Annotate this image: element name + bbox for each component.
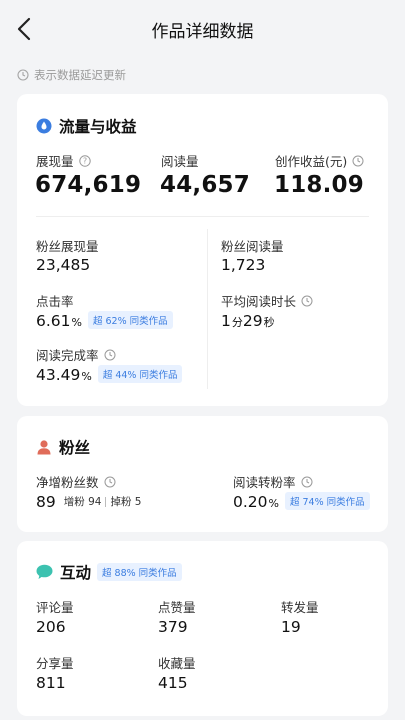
interaction-card: 互动 超 88% 同类作品 评论量 206 点赞量 379 转发量 19 分享量…: [17, 541, 388, 716]
clock-icon[interactable]: [301, 295, 313, 307]
chat-bubble-icon: [36, 564, 53, 580]
fans-header: 粉丝: [36, 436, 90, 458]
reposts-label: 转发量: [281, 600, 319, 615]
net-gain-label: 净增粉丝数: [36, 472, 116, 491]
likes-label: 点赞量: [158, 600, 196, 615]
svg-text:?: ?: [82, 156, 86, 165]
shield-drop-icon: [36, 118, 52, 134]
clock-icon[interactable]: [301, 476, 313, 488]
top-bar: 作品详细数据: [0, 0, 405, 58]
reads-label: 阅读量: [161, 154, 199, 169]
fan-reads-value: 1,723: [221, 256, 266, 274]
completion-badge: 超 44% 同类作品: [97, 365, 183, 383]
reads-value: 44,657: [160, 172, 250, 198]
clock-icon[interactable]: [104, 349, 116, 361]
fan-impressions-value: 23,485: [36, 256, 91, 274]
completion-value: 43.49% 超 44% 同类作品: [36, 365, 183, 385]
gain-loss-breakdown: 增粉 94 掉粉 5: [63, 495, 142, 509]
net-gain-value: 89 增粉 94 掉粉 5: [36, 493, 142, 511]
reposts-value: 19: [281, 618, 301, 636]
notice-text: 表示数据延迟更新: [34, 68, 126, 82]
shares-value: 811: [36, 674, 66, 692]
shares-label: 分享量: [36, 656, 74, 671]
help-icon[interactable]: ?: [78, 154, 91, 167]
person-icon: [36, 439, 52, 455]
completion-label: 阅读完成率: [36, 345, 116, 364]
conversion-label: 阅读转粉率: [233, 472, 313, 491]
interaction-badge: 超 88% 同类作品: [97, 563, 182, 581]
fans-card: 粉丝 净增粉丝数 89 增粉 94 掉粉 5 阅读转粉率 0.20% 超 74%…: [17, 416, 388, 532]
avg-read-time-value: 1 分 29 秒: [221, 312, 275, 330]
favorites-value: 415: [158, 674, 188, 692]
traffic-header: 流量与收益: [36, 115, 137, 137]
traffic-title: 流量与收益: [59, 118, 137, 136]
traffic-card: 流量与收益 展现量 ? 674,619 阅读量 44,657 创作收益(元) 1…: [17, 94, 388, 406]
delay-notice: 表示数据延迟更新: [17, 66, 126, 84]
ctr-badge: 超 62% 同类作品: [87, 311, 173, 329]
likes-value: 379: [158, 618, 188, 636]
fan-impressions-label: 粉丝展现量: [36, 239, 99, 254]
earnings-value: 118.09: [274, 172, 364, 198]
interaction-header: 互动 超 88% 同类作品: [36, 561, 182, 583]
ctr-label: 点击率: [36, 294, 74, 309]
impressions-value: 674,619: [35, 172, 142, 198]
favorites-label: 收藏量: [158, 656, 196, 671]
fan-reads-label: 粉丝阅读量: [221, 239, 284, 254]
divider: [36, 216, 369, 217]
ctr-value: 6.61% 超 62% 同类作品: [36, 311, 173, 331]
page-title: 作品详细数据: [151, 22, 254, 42]
interaction-title: 互动: [60, 564, 92, 582]
clock-icon: [17, 69, 29, 81]
fans-title: 粉丝: [59, 439, 91, 457]
comments-value: 206: [36, 618, 66, 636]
vertical-divider: [207, 229, 208, 389]
avg-read-time-label: 平均阅读时长: [221, 291, 313, 310]
clock-icon[interactable]: [352, 155, 364, 167]
conversion-badge: 超 74% 同类作品: [284, 492, 370, 510]
impressions-label: 展现量 ?: [36, 151, 91, 170]
conversion-value: 0.20% 超 74% 同类作品: [233, 492, 370, 512]
clock-icon[interactable]: [104, 476, 116, 488]
comments-label: 评论量: [36, 600, 74, 615]
earnings-label: 创作收益(元): [275, 151, 364, 170]
